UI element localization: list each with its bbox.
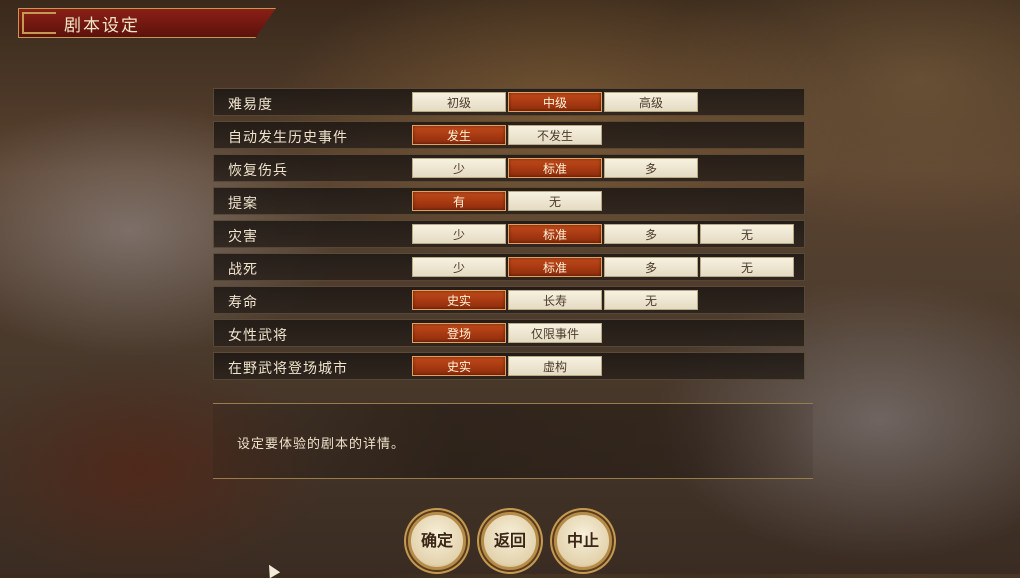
setting-label: 寿命: [228, 295, 258, 311]
setting-label: 自动发生历史事件: [228, 130, 348, 146]
setting-option[interactable]: 标准: [508, 257, 602, 277]
setting-option[interactable]: 中级: [508, 92, 602, 112]
setting-row: 女性武将 登场 仅限事件: [213, 319, 805, 347]
setting-row: 提案 有无: [213, 187, 805, 215]
setting-option[interactable]: 标准: [508, 224, 602, 244]
setting-option[interactable]: 虚构: [508, 356, 602, 376]
setting-option[interactable]: 无: [700, 224, 794, 244]
setting-row: 自动发生历史事件 发生 不发生: [213, 121, 805, 149]
description-text: 设定要体验的剧本的详情。: [237, 437, 406, 452]
setting-option[interactable]: 长寿: [508, 290, 602, 310]
title-bar: [18, 8, 276, 38]
setting-row: 寿命 史实 长寿无: [213, 286, 805, 314]
setting-row: 战死 少标准多无: [213, 253, 805, 281]
setting-option[interactable]: 少: [412, 257, 506, 277]
setting-option[interactable]: 不发生: [508, 125, 602, 145]
setting-option[interactable]: 有: [412, 191, 506, 211]
setting-label: 战死: [228, 262, 258, 278]
stop-button[interactable]: 中止: [554, 512, 612, 570]
setting-label: 难易度: [228, 97, 273, 113]
setting-option[interactable]: 无: [604, 290, 698, 310]
setting-option[interactable]: 无: [700, 257, 794, 277]
setting-option[interactable]: 标准: [508, 158, 602, 178]
setting-option[interactable]: 无: [508, 191, 602, 211]
setting-label: 女性武将: [228, 328, 288, 344]
description-box: 设定要体验的剧本的详情。: [213, 403, 813, 479]
setting-option[interactable]: 高级: [604, 92, 698, 112]
setting-option[interactable]: 史实: [412, 356, 506, 376]
setting-option[interactable]: 多: [604, 158, 698, 178]
setting-label: 灾害: [228, 229, 258, 245]
setting-option[interactable]: 仅限事件: [508, 323, 602, 343]
setting-row: 难易度 初级 中级 高级: [213, 88, 805, 116]
setting-label: 恢复伤兵: [228, 163, 288, 179]
setting-option[interactable]: 多: [604, 257, 698, 277]
setting-option[interactable]: 登场: [412, 323, 506, 343]
setting-option[interactable]: 发生: [412, 125, 506, 145]
setting-option[interactable]: 史实: [412, 290, 506, 310]
title-ornament-icon: [22, 12, 56, 34]
back-button[interactable]: 返回: [481, 512, 539, 570]
setting-option[interactable]: 多: [604, 224, 698, 244]
page-title: 剧本设定: [64, 16, 140, 36]
setting-option[interactable]: 少: [412, 224, 506, 244]
setting-option[interactable]: 初级: [412, 92, 506, 112]
setting-row: 恢复伤兵 少标准多: [213, 154, 805, 182]
mouse-cursor-icon: [263, 561, 281, 578]
setting-label: 在野武将登场城市: [228, 361, 348, 377]
setting-label: 提案: [228, 196, 258, 212]
setting-row: 灾害 少标准多无: [213, 220, 805, 248]
confirm-button[interactable]: 确定: [408, 512, 466, 570]
setting-row: 在野武将登场城市 史实 虚构: [213, 352, 805, 380]
setting-option[interactable]: 少: [412, 158, 506, 178]
